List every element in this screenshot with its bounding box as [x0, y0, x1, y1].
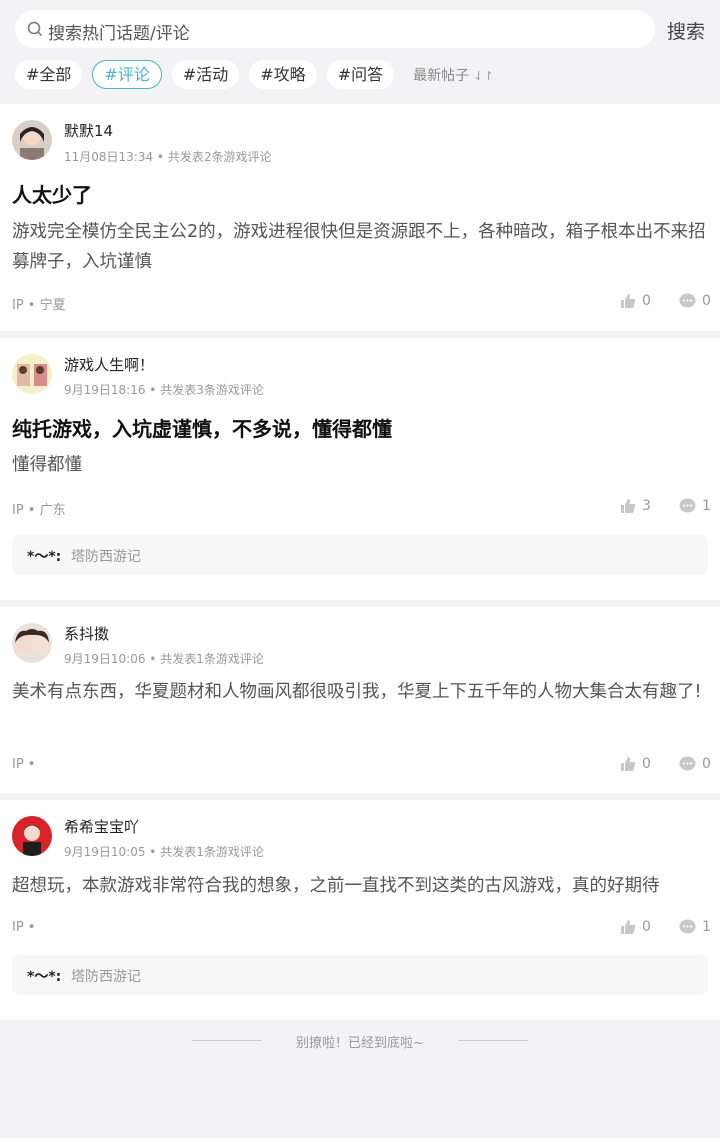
like-count: 3 [642, 498, 651, 514]
post-text: 超想玩，本款游戏非常符合我的想象，之前一直找不到这类的古风游戏，真的好期待 [12, 876, 660, 896]
like-button[interactable]: 0 [620, 919, 651, 935]
post-card[interactable]: 默默14 11月08日13:34 • 共发表2条游戏评论 人太少了 游戏完全模仿… [0, 104, 720, 331]
comment-button[interactable]: 1 [679, 498, 711, 514]
comment-button[interactable]: 0 [679, 293, 711, 309]
comment-button[interactable]: 0 [679, 756, 711, 772]
avatar[interactable] [12, 354, 52, 394]
comment-count: 1 [702, 919, 711, 935]
post-title: 人太少了 [12, 183, 92, 207]
comment-count: 0 [702, 756, 711, 772]
game-tag[interactable]: *～*: 塔防西游记 [12, 535, 708, 575]
username[interactable]: 系抖擞 [64, 623, 109, 644]
end-of-list: 别撩啦！已经到底啦~ [0, 1030, 720, 1051]
tag-bar: #全部 #评论 #活动 #攻略 #问答 最新帖子 ⇃↾ [15, 59, 494, 90]
tag-review[interactable]: #评论 [92, 60, 162, 89]
search-icon [27, 21, 43, 37]
like-button[interactable]: 0 [620, 293, 651, 309]
ip-location: IP • 广东 [12, 503, 66, 518]
game-tag[interactable]: *～*: 塔防西游记 [12, 955, 708, 995]
tag-activity[interactable]: #活动 [171, 60, 240, 89]
like-count: 0 [642, 919, 651, 935]
search-input[interactable]: 搜索热门话题/评论 [15, 10, 655, 48]
post-card[interactable]: 希希宝宝吖 9月19日10:05 • 共发表1条游戏评论 超想玩，本款游戏非常符… [0, 800, 720, 1020]
avatar[interactable] [12, 623, 52, 663]
comment-bubble-icon [679, 293, 696, 308]
thumbs-up-icon [621, 499, 636, 513]
divider-right [458, 1040, 528, 1041]
comment-button[interactable]: 1 [679, 919, 711, 935]
tag-guide[interactable]: #攻略 [249, 60, 317, 89]
like-count: 0 [642, 756, 651, 772]
avatar[interactable] [12, 120, 52, 160]
post-text: 美术有点东西，华夏题材和人物画风都很吸引我，华夏上下五千年的人物大集合太有趣了! [12, 682, 702, 702]
ip-location: IP • [12, 757, 36, 772]
thumbs-up-icon [621, 757, 636, 771]
post-meta: 9月19日10:06 • 共发表1条游戏评论 [64, 652, 264, 666]
quote-author: *～*: [27, 969, 62, 985]
post-title: 纯托游戏，入坑虚谨慎，不多说，懂得都懂 [12, 417, 392, 441]
top-bar: 搜索热门话题/评论 搜索 #全部 #评论 #活动 #攻略 #问答 最新帖子 ⇃↾ [0, 0, 720, 104]
search-button[interactable]: 搜索 [667, 17, 705, 44]
like-count: 0 [642, 293, 651, 309]
end-of-list-text: 别撩啦！已经到底啦~ [296, 1036, 424, 1051]
quote-author: *～*: [27, 549, 62, 565]
quote-game[interactable]: 塔防西游记 [71, 966, 141, 986]
search-placeholder: 搜索热门话题/评论 [48, 24, 190, 44]
post-text: 懂得都懂 [12, 455, 82, 475]
comment-bubble-icon [679, 756, 696, 771]
tag-all[interactable]: #全部 [15, 60, 83, 89]
tag-qa[interactable]: #问答 [326, 60, 395, 89]
sort-label: 最新帖子 [413, 67, 470, 84]
username[interactable]: 希希宝宝吖 [64, 816, 139, 837]
post-text: 游戏完全模仿全民主公2的，游戏进程很快但是资源跟不上，各种暗改，箱子根本出不来招… [12, 222, 706, 272]
comment-bubble-icon [679, 498, 696, 513]
avatar[interactable] [12, 816, 52, 856]
ip-location: IP • [12, 920, 36, 935]
sort-dropdown[interactable]: 最新帖子 ⇃↾ [413, 65, 494, 85]
comment-bubble-icon [679, 919, 696, 934]
like-button[interactable]: 0 [620, 756, 651, 772]
like-button[interactable]: 3 [620, 498, 651, 514]
quote-game[interactable]: 塔防西游记 [71, 546, 141, 566]
divider-left [192, 1040, 262, 1041]
post-meta: 11月08日13:34 • 共发表2条游戏评论 [64, 150, 272, 164]
sort-icon: ⇃↾ [473, 68, 494, 83]
username[interactable]: 游戏人生啊！ [64, 354, 154, 375]
comment-count: 1 [702, 498, 711, 514]
username[interactable]: 默默14 [64, 120, 113, 141]
ip-location: IP • 宁夏 [12, 298, 66, 313]
post-card[interactable]: 游戏人生啊！ 9月19日18:16 • 共发表3条游戏评论 纯托游戏，入坑虚谨慎… [0, 338, 720, 600]
post-meta: 9月19日10:05 • 共发表1条游戏评论 [64, 845, 264, 859]
thumbs-up-icon [621, 294, 636, 308]
thumbs-up-icon [621, 920, 636, 934]
post-meta: 9月19日18:16 • 共发表3条游戏评论 [64, 383, 264, 397]
comment-count: 0 [702, 293, 711, 309]
post-card[interactable]: 系抖擞 9月19日10:06 • 共发表1条游戏评论 美术有点东西，华夏题材和人… [0, 607, 720, 793]
